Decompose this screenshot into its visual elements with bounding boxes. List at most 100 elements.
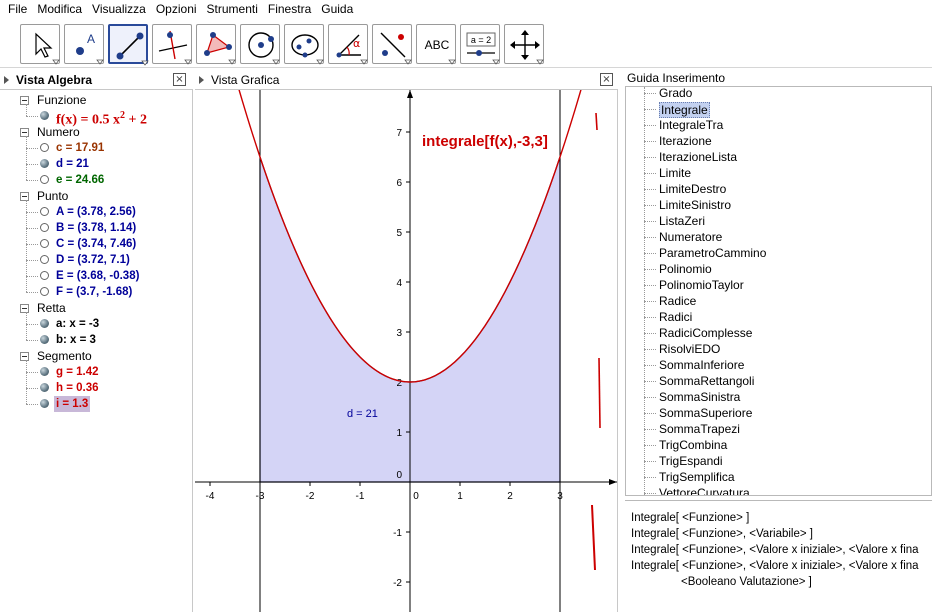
category-funzione[interactable]: Funzione [0, 92, 190, 108]
visible-object-toggle-icon[interactable] [40, 335, 49, 344]
command-item[interactable]: IterazioneLista [659, 150, 737, 164]
segment-g[interactable] [598, 357, 601, 429]
command-item[interactable]: Grado [659, 87, 692, 100]
menu-finestra[interactable]: Finestra [264, 1, 317, 17]
algebra-object-row[interactable]: B = (3.78, 1.14) [0, 220, 190, 236]
hidden-object-toggle-icon[interactable] [40, 271, 49, 280]
collapse-toggle-icon[interactable] [20, 128, 29, 137]
category-numero[interactable]: Numero [0, 124, 190, 140]
command-item[interactable]: Iterazione [659, 134, 712, 148]
collapse-toggle-icon[interactable] [20, 192, 29, 201]
visible-object-toggle-icon[interactable] [40, 383, 49, 392]
algebra-object-row[interactable]: e = 24.66 [0, 172, 190, 188]
tool-pointer-button[interactable] [20, 24, 60, 65]
command-item[interactable]: RisolviEDO [659, 342, 720, 356]
tool-label: α [353, 37, 360, 50]
command-item[interactable]: SommaRettangoli [659, 374, 754, 388]
graphics-view[interactable]: -4 -3 -2 -1 0 1 2 3 -2 -1 0 1 2 3 4 5 6 7 integrale[f(x),-… [195, 90, 618, 612]
collapse-toggle-icon[interactable] [20, 304, 29, 313]
tool-new-point-button[interactable]: A [64, 24, 104, 65]
collapse-triangle-icon[interactable] [199, 76, 204, 84]
visible-object-toggle-icon[interactable] [40, 367, 49, 376]
command-item[interactable]: Radici [659, 310, 692, 324]
hidden-object-toggle-icon[interactable] [40, 207, 49, 216]
menu-opzioni[interactable]: Opzioni [152, 1, 203, 17]
command-item[interactable]: PolinomioTaylor [659, 278, 744, 292]
category-segmento[interactable]: Segmento [0, 348, 190, 364]
command-item[interactable]: TrigSemplifica [659, 470, 735, 484]
command-item[interactable]: TrigCombina [659, 438, 727, 452]
algebra-object-row[interactable]: h = 0.36 [0, 380, 190, 396]
category-retta[interactable]: Retta [0, 300, 190, 316]
algebra-object-row[interactable]: A = (3.78, 2.56) [0, 204, 190, 220]
collapse-toggle-icon[interactable] [20, 96, 29, 105]
tool-move-graphics-button[interactable] [504, 24, 544, 65]
tool-text-button[interactable]: ABC [416, 24, 456, 65]
algebra-object-row[interactable]: f(x) = 0.5 x2 + 2 [0, 108, 190, 128]
visible-object-toggle-icon[interactable] [40, 111, 49, 120]
integral-value-label[interactable]: d = 21 [347, 408, 378, 420]
command-item[interactable]: IntegraleTra [659, 118, 723, 132]
segment-i[interactable] [591, 504, 596, 571]
command-item[interactable]: Limite [659, 166, 691, 180]
algebra-object-row[interactable]: D = (3.72, 7.1) [0, 252, 190, 268]
algebra-object-row[interactable]: E = (3.68, -0.38) [0, 268, 190, 284]
integral-text[interactable]: integrale[f(x),-3,3] [422, 133, 548, 150]
menu-visualizza[interactable]: Visualizza [88, 1, 152, 17]
hidden-object-toggle-icon[interactable] [40, 255, 49, 264]
category-punto[interactable]: Punto [0, 188, 190, 204]
command-item[interactable]: TrigEspandi [659, 454, 723, 468]
command-item[interactable]: RadiciComplesse [659, 326, 752, 340]
tree-connector [26, 260, 38, 261]
visible-object-toggle-icon[interactable] [40, 319, 49, 328]
tool-polygon-button[interactable] [196, 24, 236, 65]
algebra-object-row[interactable]: g = 1.42 [0, 364, 190, 380]
algebra-close-button[interactable]: × [173, 73, 186, 86]
graphics-canvas[interactable]: -4 -3 -2 -1 0 1 2 3-2-101234567 integrale[f(x),-… [195, 90, 618, 612]
command-item[interactable]: LimiteDestro [659, 182, 726, 196]
hidden-object-toggle-icon[interactable] [40, 223, 49, 232]
command-item[interactable]: Numeratore [659, 230, 722, 244]
tool-angle-button[interactable]: α [328, 24, 368, 65]
tool-ellipse-button[interactable] [284, 24, 324, 65]
graphics-close-button[interactable]: × [600, 73, 613, 86]
tool-slider-button[interactable]: a = 2 [460, 24, 500, 65]
object-definition: h = 0.36 [56, 380, 99, 396]
command-item[interactable]: ListaZeri [659, 214, 705, 228]
tool-circle-center-point-button[interactable] [240, 24, 280, 65]
command-item[interactable]: SommaInferiore [659, 358, 744, 372]
command-item[interactable]: SommaSuperiore [659, 406, 752, 420]
hidden-object-toggle-icon[interactable] [40, 175, 49, 184]
hidden-object-toggle-icon[interactable] [40, 143, 49, 152]
command-list[interactable]: Grado Integrale IntegraleTra Iterazione Iter… [625, 86, 932, 496]
tool-reflect-point-button[interactable] [372, 24, 412, 65]
command-item[interactable]: VettoreCurvatura [659, 486, 750, 495]
algebra-object-row[interactable]: F = (3.7, -1.68) [0, 284, 190, 300]
command-item[interactable]: Radice [659, 294, 696, 308]
command-item[interactable]: Polinomio [659, 262, 712, 276]
algebra-object-row[interactable]: b: x = 3 [0, 332, 190, 348]
command-item[interactable]: SommaSinistra [659, 390, 740, 404]
menu-file[interactable]: File [4, 1, 33, 17]
tool-segment-button[interactable] [108, 24, 149, 66]
hidden-object-toggle-icon[interactable] [40, 287, 49, 296]
visible-object-toggle-icon[interactable] [40, 399, 49, 408]
visible-object-toggle-icon[interactable] [40, 159, 49, 168]
collapse-toggle-icon[interactable] [20, 352, 29, 361]
segment-h[interactable] [595, 112, 598, 131]
command-item[interactable]: Integrale [659, 102, 710, 118]
tool-perpendicular-line-button[interactable] [152, 24, 192, 65]
algebra-object-row[interactable]: d = 21 [0, 156, 190, 172]
hidden-object-toggle-icon[interactable] [40, 239, 49, 248]
collapse-triangle-icon[interactable] [4, 76, 9, 84]
command-item[interactable]: SommaTrapezi [659, 422, 740, 436]
command-item[interactable]: LimiteSinistro [659, 198, 731, 212]
menu-modifica[interactable]: Modifica [33, 1, 88, 17]
command-item[interactable]: ParametroCammino [659, 246, 766, 260]
algebra-object-row[interactable]: i = 1.3 [0, 396, 190, 412]
menu-strumenti[interactable]: Strumenti [203, 1, 264, 17]
algebra-object-row[interactable]: C = (3.74, 7.46) [0, 236, 190, 252]
algebra-object-row[interactable]: a: x = -3 [0, 316, 190, 332]
algebra-object-row[interactable]: c = 17.91 [0, 140, 190, 156]
menu-guida[interactable]: Guida [317, 1, 359, 17]
